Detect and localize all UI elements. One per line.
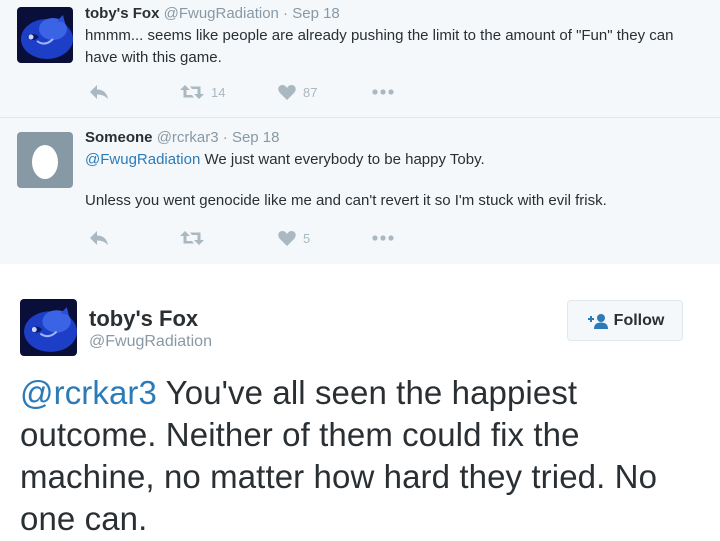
author-handle[interactable]: @rcrkar3 — [157, 129, 219, 146]
avatar[interactable] — [20, 299, 77, 356]
more-options-button[interactable] — [372, 81, 394, 103]
heart-icon — [278, 85, 296, 100]
reply-icon — [90, 231, 108, 245]
reply-button[interactable] — [89, 81, 109, 103]
tweet-text: @FwugRadiation We just want everybody to… — [85, 149, 700, 212]
retweet-button[interactable] — [180, 227, 211, 249]
author-handle[interactable]: @FwugRadiation — [89, 333, 212, 351]
author-handle[interactable]: @FwugRadiation — [164, 5, 279, 22]
follow-label: Follow — [613, 311, 665, 329]
main-tweet-text: @rcrkar3 You've all seen the happiest ou… — [20, 372, 710, 540]
more-dots-icon — [372, 89, 394, 95]
more-options-button[interactable] — [372, 227, 394, 249]
blue-cartoon-avatar-icon — [17, 7, 73, 63]
tweet-body: toby's Fox @FwugRadiation · Sep 18 hmmm.… — [85, 4, 700, 69]
tweet-text-paragraph: Unless you went genocide like me and can… — [85, 192, 607, 209]
tweet-header: Someone @rcrkar3 · Sep 18 — [85, 128, 700, 147]
author-name[interactable]: toby's Fox — [89, 306, 198, 332]
tweet-date[interactable]: Sep 18 — [232, 129, 280, 146]
conversation-thread: toby's Fox @FwugRadiation · Sep 18 hmmm.… — [0, 0, 720, 265]
retweet-button[interactable]: 14 — [180, 81, 225, 103]
avatar[interactable] — [17, 7, 73, 63]
author-name[interactable]: Someone — [85, 129, 153, 146]
thread-tweet[interactable]: Someone @rcrkar3 · Sep 18 @FwugRadiation… — [0, 118, 720, 265]
reply-icon — [90, 85, 108, 99]
separator: · — [218, 129, 232, 146]
avatar[interactable] — [17, 132, 73, 188]
more-dots-icon — [372, 235, 394, 241]
tweet-text: hmmm... seems like people are already pu… — [85, 27, 674, 66]
retweet-count: 14 — [211, 84, 226, 100]
tweet-date[interactable]: Sep 18 — [292, 5, 340, 22]
heart-icon — [278, 231, 296, 246]
thread-tweet[interactable]: toby's Fox @FwugRadiation · Sep 18 hmmm.… — [0, 0, 720, 118]
like-button[interactable]: 87 — [278, 81, 317, 103]
tweet-header: toby's Fox @FwugRadiation · Sep 18 — [85, 4, 700, 23]
retweet-icon — [180, 231, 204, 245]
add-user-icon — [587, 313, 608, 329]
follow-button[interactable]: Follow — [567, 300, 683, 341]
tweet-text-line: We just want everybody to be happy Toby. — [200, 151, 485, 168]
like-count: 5 — [303, 230, 311, 246]
like-count: 87 — [303, 84, 318, 100]
reply-button[interactable] — [89, 227, 109, 249]
default-egg-avatar-icon — [17, 132, 73, 188]
author-name[interactable]: toby's Fox — [85, 5, 159, 22]
retweet-icon — [180, 85, 204, 99]
tweet-body: Someone @rcrkar3 · Sep 18 @FwugRadiation… — [85, 128, 700, 212]
separator: · — [278, 5, 293, 22]
mention-link[interactable]: @FwugRadiation — [85, 151, 200, 168]
like-button[interactable]: 5 — [278, 227, 310, 249]
mention-link[interactable]: @rcrkar3 — [20, 374, 157, 411]
blue-cartoon-avatar-icon — [20, 299, 77, 356]
main-tweet: toby's Fox @FwugRadiation Follow @rcrkar… — [0, 264, 720, 541]
